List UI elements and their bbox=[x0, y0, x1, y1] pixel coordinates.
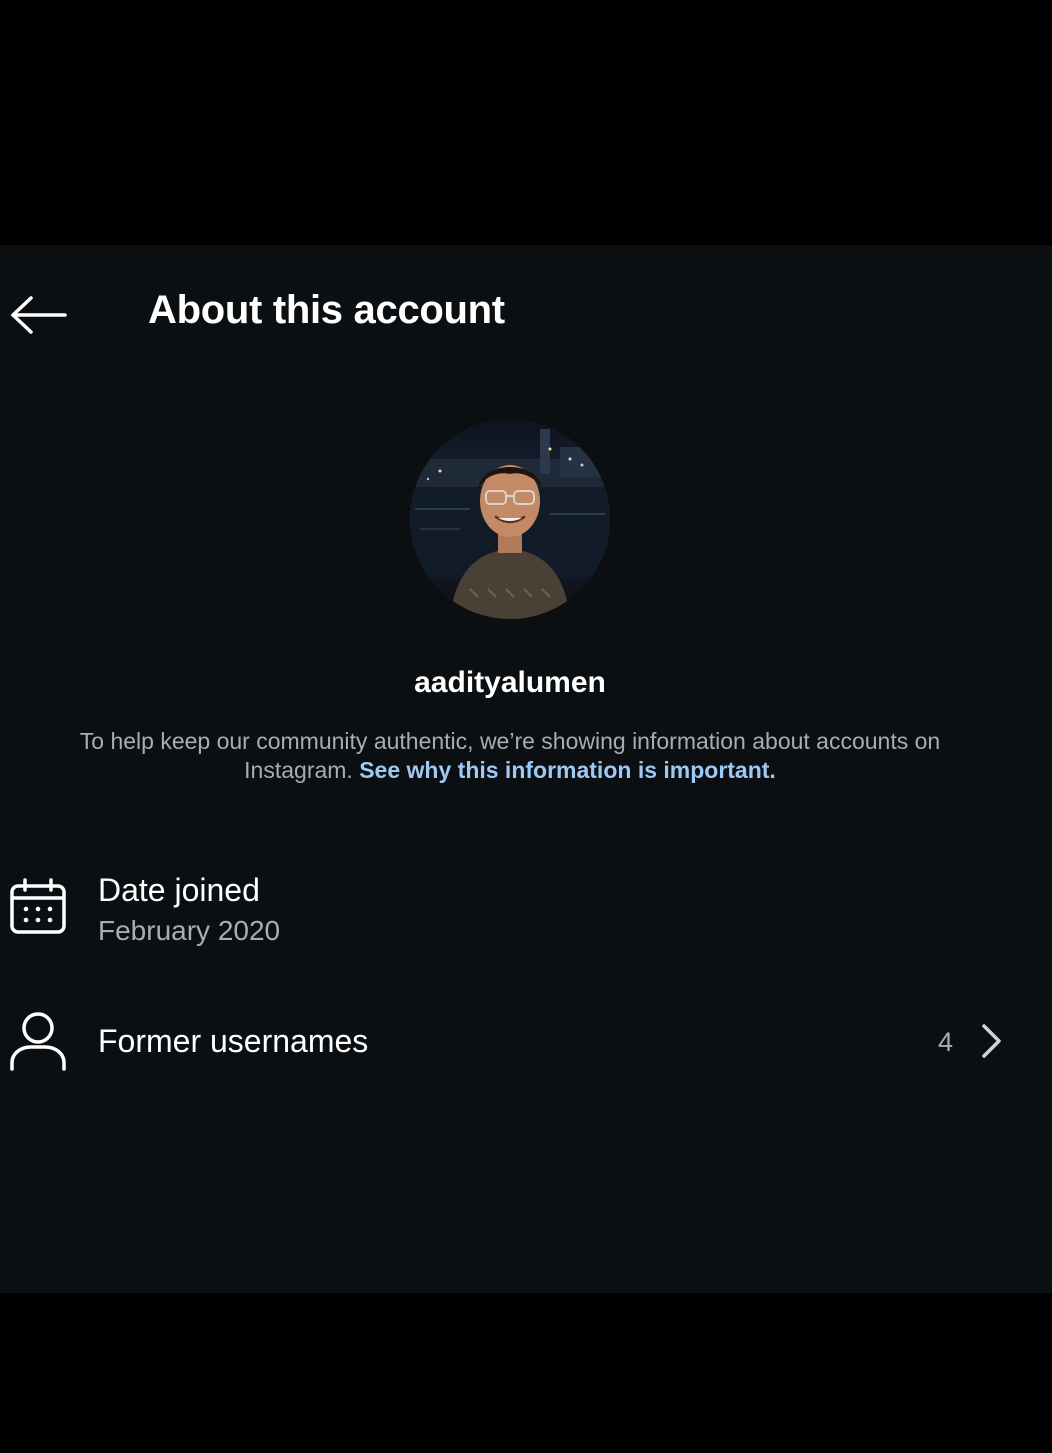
about-account-panel: About this account aadityalumen To help … bbox=[0, 245, 1052, 1293]
see-why-link[interactable]: See why this information is important. bbox=[359, 757, 776, 783]
person-icon bbox=[8, 1011, 68, 1071]
chevron-right-icon bbox=[982, 1024, 1001, 1058]
former-usernames-row[interactable]: Former usernames 4 bbox=[0, 1012, 1052, 1071]
avatar[interactable] bbox=[410, 419, 610, 619]
arrow-left-icon bbox=[11, 296, 67, 334]
date-joined-label: Date joined bbox=[98, 872, 260, 908]
date-joined-value: February 2020 bbox=[98, 915, 281, 946]
calendar-icon bbox=[8, 877, 68, 937]
former-usernames-count: 4 bbox=[938, 1027, 954, 1057]
info-text: To help keep our community authentic, we… bbox=[30, 727, 990, 785]
username: aadityalumen bbox=[414, 666, 606, 699]
back-button[interactable] bbox=[8, 293, 68, 337]
screen: About this account aadityalumen To help … bbox=[0, 0, 1052, 1453]
profile-photo bbox=[410, 419, 610, 619]
former-usernames-label: Former usernames bbox=[98, 1023, 369, 1059]
page-title: About this account bbox=[148, 288, 505, 332]
date-joined-row: Date joined February 2020 bbox=[0, 865, 1052, 965]
